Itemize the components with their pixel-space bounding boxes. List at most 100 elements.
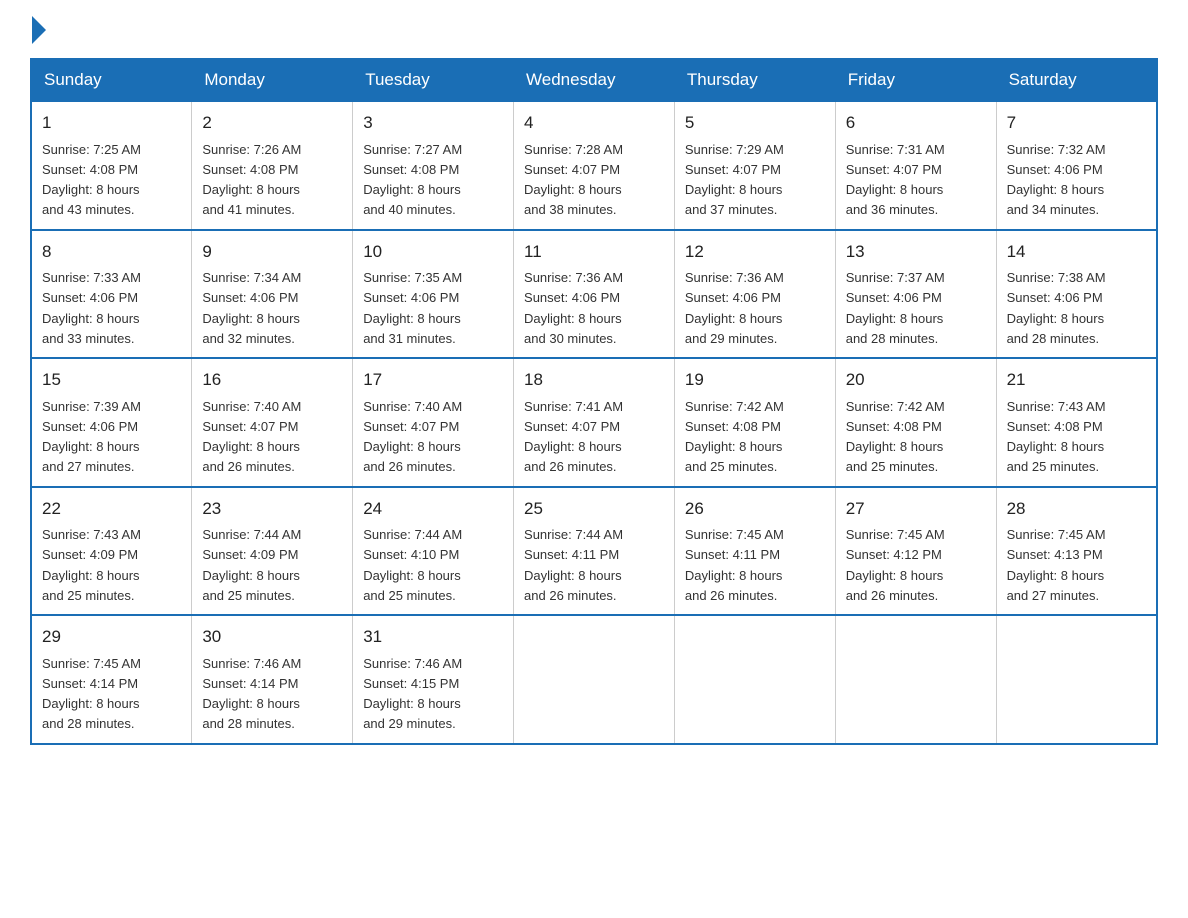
day-info: Sunrise: 7:43 AM Sunset: 4:08 PM Dayligh… [1007, 399, 1106, 475]
day-of-week-header: Thursday [674, 59, 835, 101]
day-number: 18 [524, 367, 664, 393]
day-number: 12 [685, 239, 825, 265]
day-number: 14 [1007, 239, 1146, 265]
calendar-cell: 9 Sunrise: 7:34 AM Sunset: 4:06 PM Dayli… [192, 230, 353, 359]
day-info: Sunrise: 7:46 AM Sunset: 4:15 PM Dayligh… [363, 656, 462, 732]
calendar-cell: 10 Sunrise: 7:35 AM Sunset: 4:06 PM Dayl… [353, 230, 514, 359]
calendar-cell: 26 Sunrise: 7:45 AM Sunset: 4:11 PM Dayl… [674, 487, 835, 616]
day-number: 22 [42, 496, 181, 522]
calendar-cell: 20 Sunrise: 7:42 AM Sunset: 4:08 PM Dayl… [835, 358, 996, 487]
day-of-week-header: Friday [835, 59, 996, 101]
calendar-cell: 7 Sunrise: 7:32 AM Sunset: 4:06 PM Dayli… [996, 101, 1157, 230]
day-number: 7 [1007, 110, 1146, 136]
day-info: Sunrise: 7:45 AM Sunset: 4:11 PM Dayligh… [685, 527, 784, 603]
day-info: Sunrise: 7:45 AM Sunset: 4:12 PM Dayligh… [846, 527, 945, 603]
calendar-cell: 28 Sunrise: 7:45 AM Sunset: 4:13 PM Dayl… [996, 487, 1157, 616]
calendar-cell: 31 Sunrise: 7:46 AM Sunset: 4:15 PM Dayl… [353, 615, 514, 744]
day-info: Sunrise: 7:34 AM Sunset: 4:06 PM Dayligh… [202, 270, 301, 346]
day-number: 28 [1007, 496, 1146, 522]
calendar-cell: 5 Sunrise: 7:29 AM Sunset: 4:07 PM Dayli… [674, 101, 835, 230]
calendar-week-row: 22 Sunrise: 7:43 AM Sunset: 4:09 PM Dayl… [31, 487, 1157, 616]
calendar-cell: 4 Sunrise: 7:28 AM Sunset: 4:07 PM Dayli… [514, 101, 675, 230]
day-number: 31 [363, 624, 503, 650]
day-number: 13 [846, 239, 986, 265]
calendar-week-row: 1 Sunrise: 7:25 AM Sunset: 4:08 PM Dayli… [31, 101, 1157, 230]
day-number: 17 [363, 367, 503, 393]
day-number: 1 [42, 110, 181, 136]
calendar-cell: 3 Sunrise: 7:27 AM Sunset: 4:08 PM Dayli… [353, 101, 514, 230]
logo [30, 20, 46, 38]
day-number: 16 [202, 367, 342, 393]
day-number: 25 [524, 496, 664, 522]
calendar-cell: 29 Sunrise: 7:45 AM Sunset: 4:14 PM Dayl… [31, 615, 192, 744]
calendar-cell: 15 Sunrise: 7:39 AM Sunset: 4:06 PM Dayl… [31, 358, 192, 487]
day-number: 19 [685, 367, 825, 393]
day-number: 2 [202, 110, 342, 136]
day-info: Sunrise: 7:40 AM Sunset: 4:07 PM Dayligh… [363, 399, 462, 475]
calendar-cell [674, 615, 835, 744]
day-number: 3 [363, 110, 503, 136]
day-number: 15 [42, 367, 181, 393]
day-number: 20 [846, 367, 986, 393]
day-info: Sunrise: 7:38 AM Sunset: 4:06 PM Dayligh… [1007, 270, 1106, 346]
calendar-cell: 1 Sunrise: 7:25 AM Sunset: 4:08 PM Dayli… [31, 101, 192, 230]
calendar-cell: 12 Sunrise: 7:36 AM Sunset: 4:06 PM Dayl… [674, 230, 835, 359]
calendar-cell [996, 615, 1157, 744]
day-number: 23 [202, 496, 342, 522]
calendar-cell: 24 Sunrise: 7:44 AM Sunset: 4:10 PM Dayl… [353, 487, 514, 616]
day-number: 5 [685, 110, 825, 136]
day-number: 11 [524, 239, 664, 265]
calendar-cell [835, 615, 996, 744]
calendar-cell: 27 Sunrise: 7:45 AM Sunset: 4:12 PM Dayl… [835, 487, 996, 616]
page-header [30, 20, 1158, 38]
calendar-cell: 21 Sunrise: 7:43 AM Sunset: 4:08 PM Dayl… [996, 358, 1157, 487]
calendar-cell: 23 Sunrise: 7:44 AM Sunset: 4:09 PM Dayl… [192, 487, 353, 616]
calendar-cell: 14 Sunrise: 7:38 AM Sunset: 4:06 PM Dayl… [996, 230, 1157, 359]
day-info: Sunrise: 7:36 AM Sunset: 4:06 PM Dayligh… [685, 270, 784, 346]
day-number: 6 [846, 110, 986, 136]
logo-arrow-icon [32, 16, 46, 44]
day-number: 26 [685, 496, 825, 522]
calendar-week-row: 8 Sunrise: 7:33 AM Sunset: 4:06 PM Dayli… [31, 230, 1157, 359]
calendar-week-row: 29 Sunrise: 7:45 AM Sunset: 4:14 PM Dayl… [31, 615, 1157, 744]
day-number: 4 [524, 110, 664, 136]
day-info: Sunrise: 7:44 AM Sunset: 4:11 PM Dayligh… [524, 527, 623, 603]
calendar-cell: 13 Sunrise: 7:37 AM Sunset: 4:06 PM Dayl… [835, 230, 996, 359]
day-info: Sunrise: 7:35 AM Sunset: 4:06 PM Dayligh… [363, 270, 462, 346]
day-info: Sunrise: 7:25 AM Sunset: 4:08 PM Dayligh… [42, 142, 141, 218]
day-info: Sunrise: 7:31 AM Sunset: 4:07 PM Dayligh… [846, 142, 945, 218]
day-of-week-header: Saturday [996, 59, 1157, 101]
day-info: Sunrise: 7:39 AM Sunset: 4:06 PM Dayligh… [42, 399, 141, 475]
calendar-cell: 18 Sunrise: 7:41 AM Sunset: 4:07 PM Dayl… [514, 358, 675, 487]
day-of-week-header: Tuesday [353, 59, 514, 101]
day-number: 21 [1007, 367, 1146, 393]
day-info: Sunrise: 7:42 AM Sunset: 4:08 PM Dayligh… [846, 399, 945, 475]
day-number: 8 [42, 239, 181, 265]
day-number: 24 [363, 496, 503, 522]
calendar-cell: 16 Sunrise: 7:40 AM Sunset: 4:07 PM Dayl… [192, 358, 353, 487]
day-number: 27 [846, 496, 986, 522]
day-info: Sunrise: 7:45 AM Sunset: 4:14 PM Dayligh… [42, 656, 141, 732]
day-info: Sunrise: 7:41 AM Sunset: 4:07 PM Dayligh… [524, 399, 623, 475]
day-info: Sunrise: 7:42 AM Sunset: 4:08 PM Dayligh… [685, 399, 784, 475]
day-number: 9 [202, 239, 342, 265]
day-info: Sunrise: 7:28 AM Sunset: 4:07 PM Dayligh… [524, 142, 623, 218]
calendar-cell: 6 Sunrise: 7:31 AM Sunset: 4:07 PM Dayli… [835, 101, 996, 230]
day-info: Sunrise: 7:44 AM Sunset: 4:09 PM Dayligh… [202, 527, 301, 603]
day-info: Sunrise: 7:26 AM Sunset: 4:08 PM Dayligh… [202, 142, 301, 218]
calendar-cell: 11 Sunrise: 7:36 AM Sunset: 4:06 PM Dayl… [514, 230, 675, 359]
calendar-cell: 19 Sunrise: 7:42 AM Sunset: 4:08 PM Dayl… [674, 358, 835, 487]
calendar-cell: 8 Sunrise: 7:33 AM Sunset: 4:06 PM Dayli… [31, 230, 192, 359]
day-number: 30 [202, 624, 342, 650]
calendar-week-row: 15 Sunrise: 7:39 AM Sunset: 4:06 PM Dayl… [31, 358, 1157, 487]
day-info: Sunrise: 7:27 AM Sunset: 4:08 PM Dayligh… [363, 142, 462, 218]
calendar-cell: 30 Sunrise: 7:46 AM Sunset: 4:14 PM Dayl… [192, 615, 353, 744]
calendar-header-row: SundayMondayTuesdayWednesdayThursdayFrid… [31, 59, 1157, 101]
calendar-cell [514, 615, 675, 744]
day-info: Sunrise: 7:33 AM Sunset: 4:06 PM Dayligh… [42, 270, 141, 346]
calendar-cell: 2 Sunrise: 7:26 AM Sunset: 4:08 PM Dayli… [192, 101, 353, 230]
calendar-cell: 25 Sunrise: 7:44 AM Sunset: 4:11 PM Dayl… [514, 487, 675, 616]
day-of-week-header: Monday [192, 59, 353, 101]
calendar-cell: 17 Sunrise: 7:40 AM Sunset: 4:07 PM Dayl… [353, 358, 514, 487]
calendar-cell: 22 Sunrise: 7:43 AM Sunset: 4:09 PM Dayl… [31, 487, 192, 616]
